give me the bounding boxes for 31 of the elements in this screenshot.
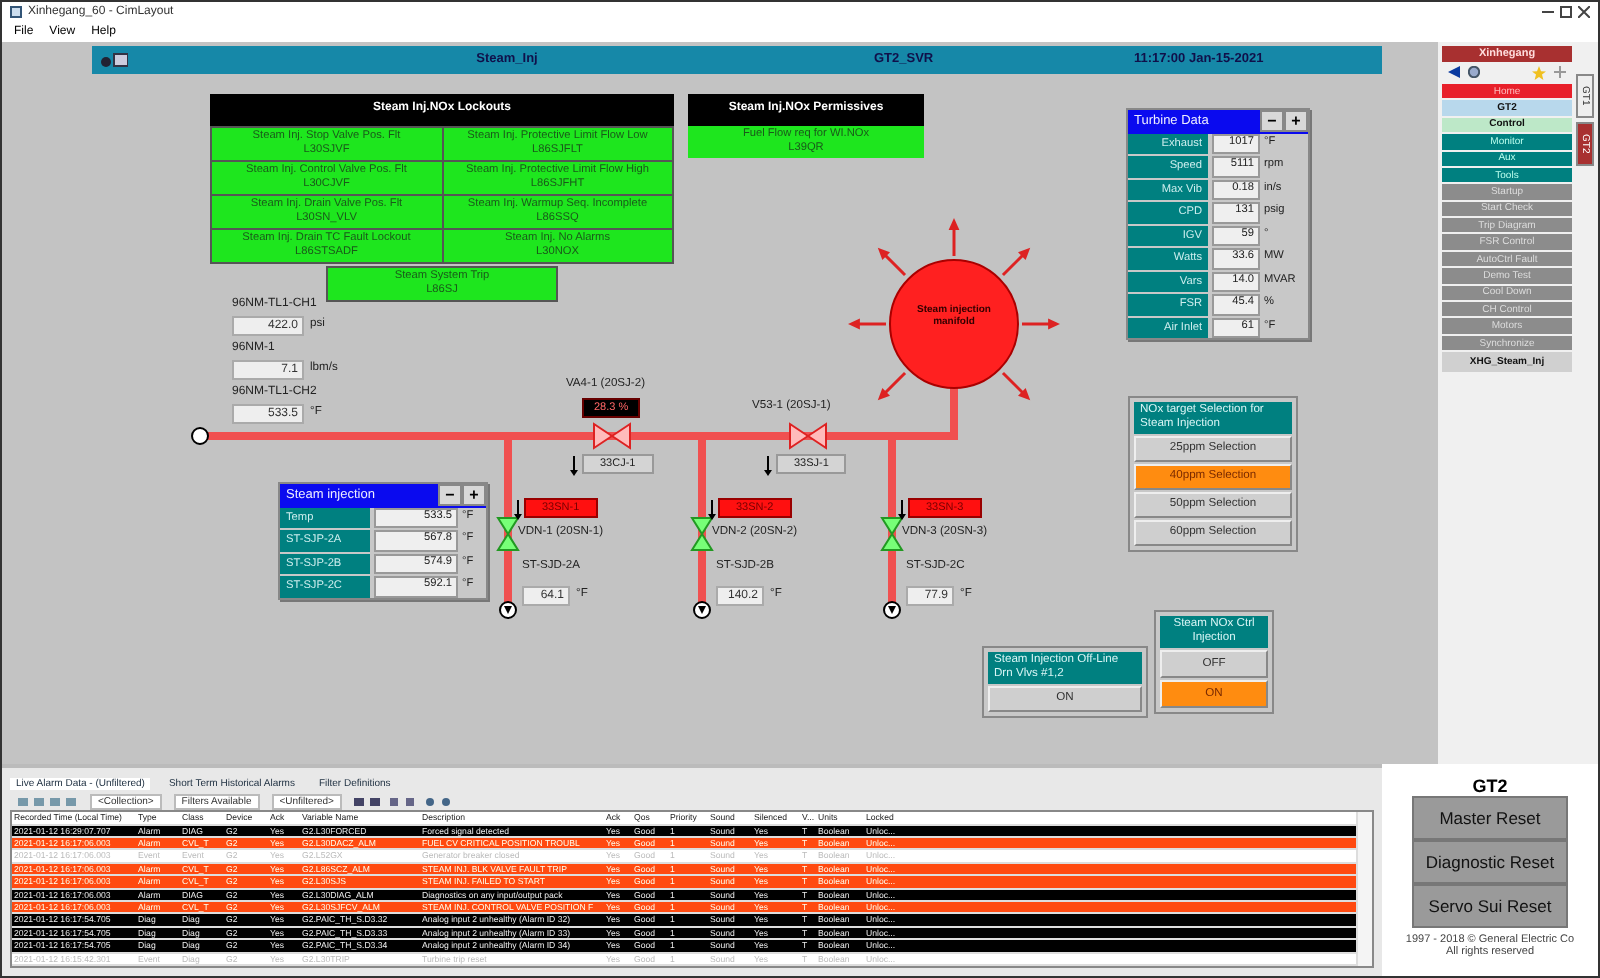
arrow-icon	[764, 454, 772, 476]
valve-icon	[690, 516, 714, 551]
flow-end-icon	[693, 600, 711, 619]
display-icon	[100, 51, 128, 68]
star-icon[interactable]	[1532, 65, 1546, 80]
minimize-icon[interactable]	[1542, 6, 1554, 19]
arrow-icon	[514, 498, 522, 520]
arrow-icon	[898, 498, 906, 520]
close-icon[interactable]	[1578, 6, 1590, 19]
back-icon[interactable]	[1448, 66, 1460, 79]
valve-icon	[789, 422, 827, 450]
reset-button[interactable]: Diagnostic Reset	[1412, 840, 1568, 885]
arrow-icon	[708, 498, 716, 520]
expand-button[interactable]: +	[462, 484, 486, 507]
collapse-button[interactable]: −	[1260, 110, 1284, 133]
flow-end-icon	[883, 600, 901, 619]
expand-button[interactable]: +	[1284, 110, 1308, 133]
unit-title: GT2	[1472, 776, 1508, 797]
collapse-button[interactable]: −	[438, 484, 462, 507]
flow-start-icon	[191, 426, 209, 445]
globe-icon[interactable]	[1468, 66, 1480, 79]
reset-button[interactable]: Master Reset	[1412, 796, 1568, 841]
valve-icon	[496, 516, 520, 551]
arrow-icon	[570, 454, 578, 476]
flow-end-icon	[499, 600, 517, 619]
valve-icon	[593, 422, 631, 450]
reset-button[interactable]: Servo Sui Reset	[1412, 884, 1568, 929]
app-icon	[10, 6, 22, 19]
toolbar-icon[interactable]	[353, 795, 454, 808]
maximize-icon[interactable]	[1560, 6, 1572, 19]
valve-icon	[880, 516, 904, 551]
